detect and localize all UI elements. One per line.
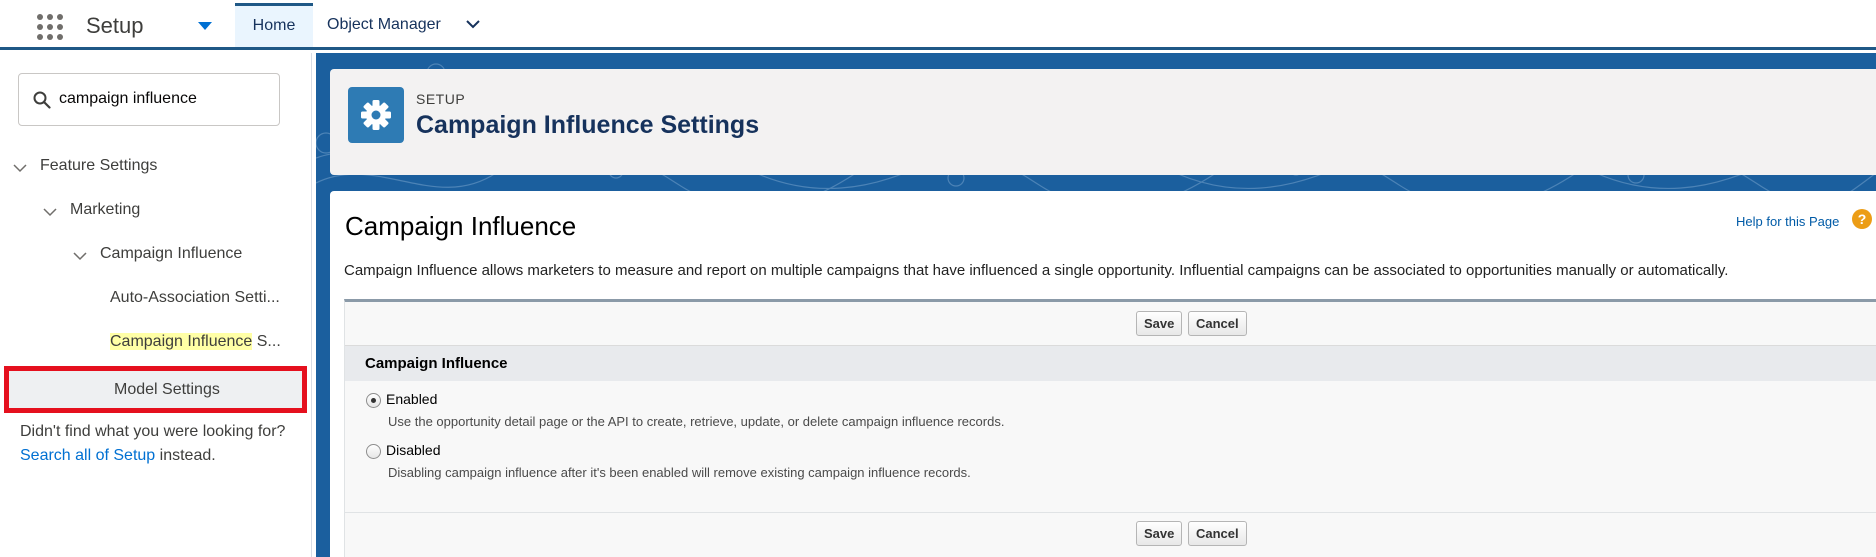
tree-item-label: Model Settings — [114, 381, 220, 398]
form-footer: Save Cancel — [345, 512, 1876, 557]
not-found-text-end: instead. — [155, 447, 216, 464]
enabled-radio[interactable] — [366, 393, 381, 408]
setup-sidebar: campaign influence Feature Settings Mark… — [0, 53, 312, 557]
help-icon[interactable]: ? — [1852, 209, 1872, 229]
section-header: Campaign Influence — [345, 345, 1876, 381]
content-description: Campaign Influence allows marketers to m… — [344, 262, 1729, 279]
cancel-button[interactable]: Cancel — [1188, 311, 1247, 336]
tree-item-campaign-influence[interactable]: Campaign Influence — [100, 245, 242, 263]
cancel-button-bottom[interactable]: Cancel — [1188, 521, 1247, 546]
disabled-label[interactable]: Disabled — [386, 442, 440, 458]
content-heading: Campaign Influence — [345, 211, 577, 241]
tree-item-auto-association-settings[interactable]: Auto-Association Setti... — [110, 289, 280, 307]
content-panel: Campaign Influence Help for this Page ? … — [330, 191, 1876, 557]
enabled-label[interactable]: Enabled — [386, 391, 437, 407]
disabled-radio[interactable] — [366, 444, 381, 459]
tree-item-feature-settings[interactable]: Feature Settings — [40, 157, 157, 175]
settings-form: Save Cancel Campaign Influence Enabled U… — [344, 299, 1876, 557]
section-title: Campaign Influence — [365, 355, 508, 372]
disabled-help-text: Disabling campaign influence after it's … — [388, 465, 971, 480]
quick-find-value: campaign influence — [59, 90, 197, 107]
app-menu-caret-icon[interactable] — [198, 22, 212, 30]
search-match-highlight: Campaign Influence — [110, 333, 253, 350]
not-found-message: Didn't find what you were looking for? S… — [20, 420, 290, 468]
help-for-page-link[interactable]: Help for this Page — [1736, 214, 1839, 229]
search-icon — [33, 91, 51, 109]
tab-object-manager[interactable]: Object Manager — [327, 3, 441, 47]
save-button-bottom[interactable]: Save — [1136, 521, 1183, 546]
search-all-setup-link[interactable]: Search all of Setup — [20, 447, 155, 464]
page-eyebrow: SETUP — [416, 91, 466, 107]
app-name: Setup — [86, 13, 144, 38]
chevron-down-icon[interactable] — [466, 17, 480, 31]
page-header: SETUP Campaign Influence Settings — [330, 69, 1876, 175]
tab-home[interactable]: Home — [235, 3, 313, 47]
save-button[interactable]: Save — [1136, 311, 1183, 336]
app-launcher-icon[interactable] — [37, 14, 63, 40]
gear-icon — [348, 87, 404, 143]
tree-item-marketing[interactable]: Marketing — [70, 201, 140, 219]
page-title: Campaign Influence Settings — [416, 111, 760, 139]
quick-find-input[interactable]: campaign influence — [18, 73, 280, 126]
tree-item-campaign-influence-settings[interactable]: Campaign Influence S... — [110, 333, 281, 351]
section-body: Enabled Use the opportunity detail page … — [345, 381, 1876, 512]
chevron-down-icon[interactable] — [73, 249, 87, 263]
chevron-down-icon[interactable] — [13, 161, 27, 175]
chevron-down-icon[interactable] — [43, 205, 57, 219]
global-header: Setup Home Object Manager — [0, 0, 1876, 50]
tree-item-label-rest: S... — [252, 333, 281, 350]
enabled-help-text: Use the opportunity detail page or the A… — [388, 414, 1005, 429]
tree-item-model-settings[interactable]: Model Settings — [4, 366, 307, 413]
not-found-text: Didn't find what you were looking for? — [20, 423, 286, 440]
